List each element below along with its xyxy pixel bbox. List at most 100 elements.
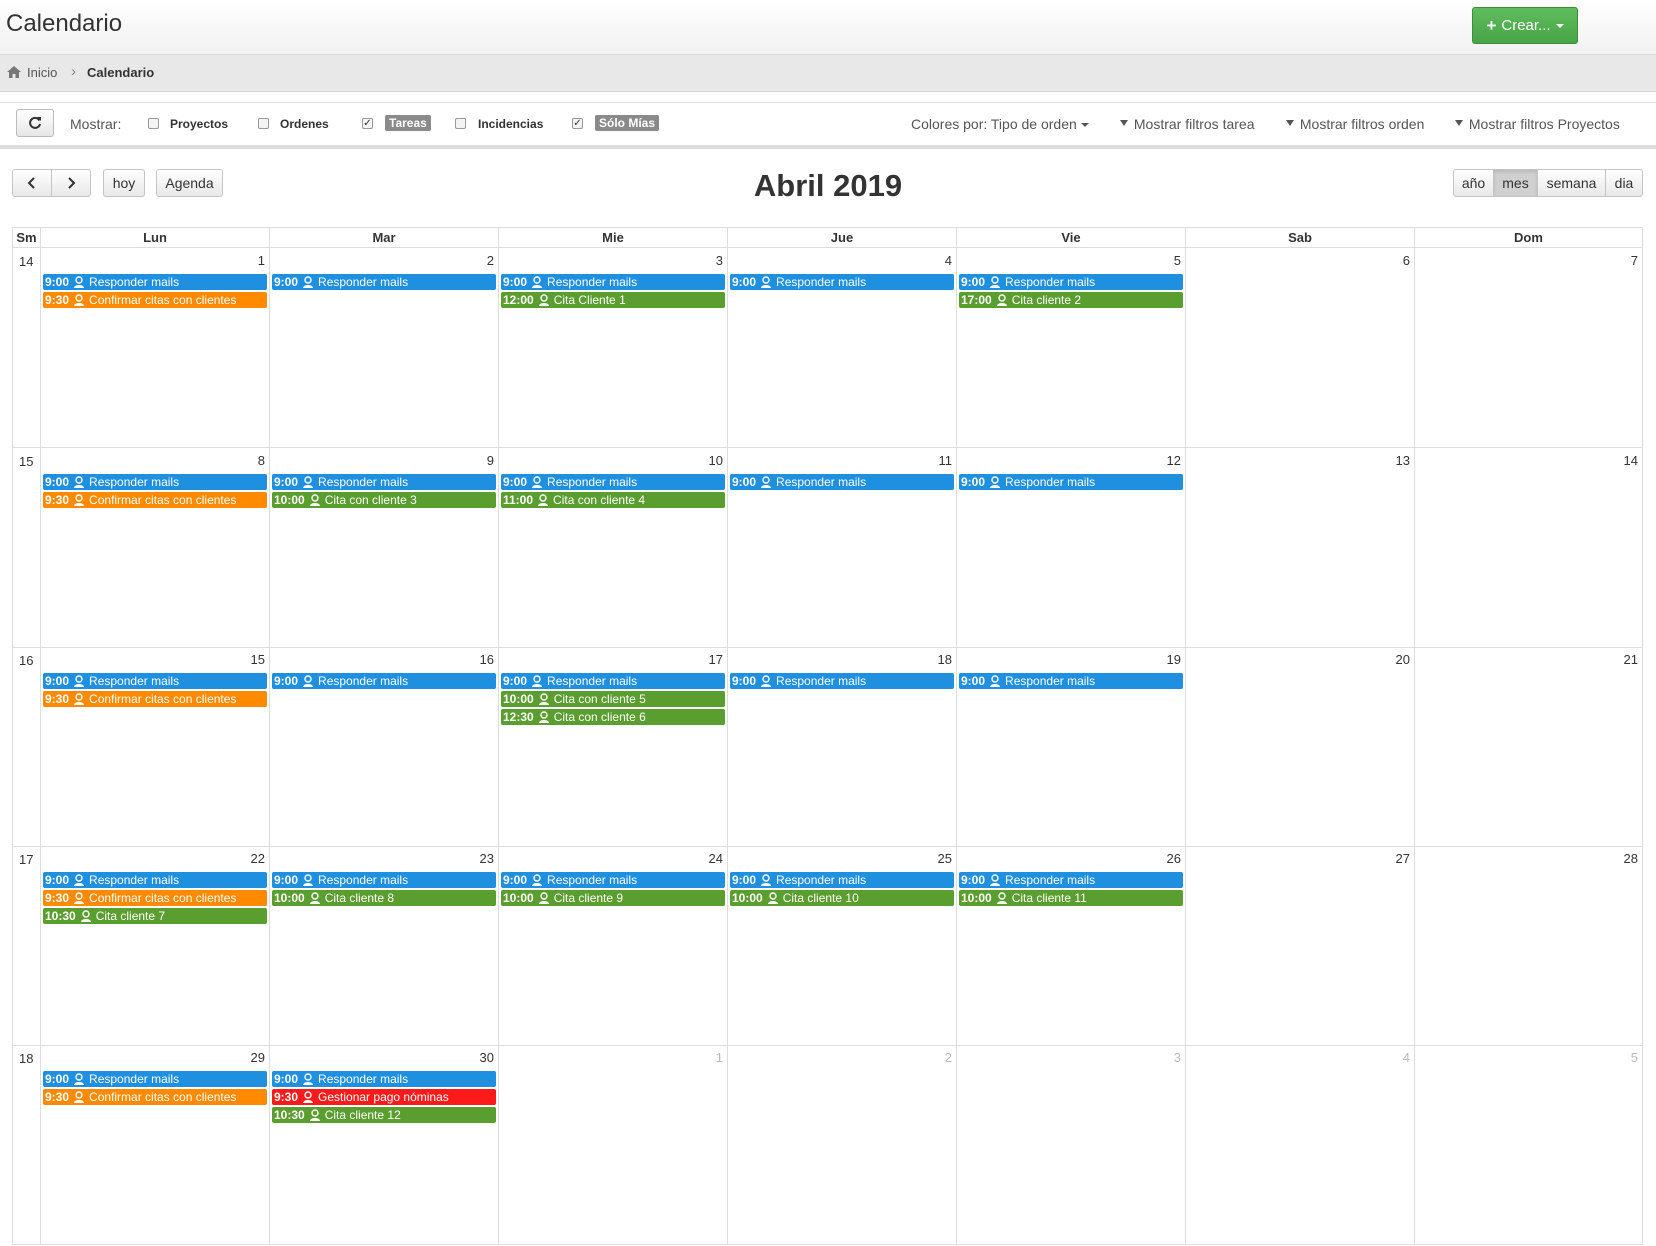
tareas-label[interactable]: Tareas	[385, 115, 431, 131]
calendar-event[interactable]: 9:30 Confirmar citas con clientes	[43, 691, 267, 707]
day-cell[interactable]: 3	[956, 1045, 1185, 1244]
breadcrumb-home-link[interactable]: Inicio	[27, 65, 57, 80]
day-cell[interactable]: 25 9:00 Responder mails 10:00 Cita cliente 1…	[727, 846, 956, 1045]
day-cell[interactable]: 2	[727, 1045, 956, 1244]
calendar-event[interactable]: 9:00 Responder mails	[501, 872, 725, 888]
calendar-event[interactable]: 10:00 Cita cliente 8	[272, 890, 496, 906]
day-cell[interactable]: 18 9:00 Responder mails	[727, 647, 956, 846]
day-cell[interactable]: 29 9:00 Responder mails 9:30 Confirmar citas…	[40, 1045, 269, 1244]
day-cell[interactable]: 19 9:00 Responder mails	[956, 647, 1185, 846]
create-button[interactable]: + Crear...	[1472, 7, 1578, 44]
show-project-filters-link[interactable]: Mostrar filtros Proyectos	[1455, 116, 1620, 132]
calendar-event[interactable]: 10:00 Cita cliente 11	[959, 890, 1183, 906]
calendar-event[interactable]: 10:00 Cita con cliente 5	[501, 691, 725, 707]
calendar-event[interactable]: 10:00 Cita con cliente 3	[272, 492, 496, 508]
view-year-button[interactable]: año	[1453, 169, 1494, 197]
calendar-event[interactable]: 11:00 Cita con cliente 4	[501, 492, 725, 508]
ordenes-label[interactable]: Ordenes	[280, 117, 329, 131]
day-cell[interactable]: 30 9:00 Responder mails 9:30 Gestionar pago …	[269, 1045, 498, 1244]
day-cell[interactable]: 4	[1185, 1045, 1414, 1244]
day-cell[interactable]: 9 9:00 Responder mails 10:00 Cita con client…	[269, 448, 498, 647]
day-cell[interactable]: 24 9:00 Responder mails 10:00 Cita cliente 9	[498, 846, 727, 1045]
day-cell[interactable]: 17 9:00 Responder mails 10:00 Cita con clien…	[498, 647, 727, 846]
calendar-event[interactable]: 9:00 Responder mails	[272, 872, 496, 888]
calendar-event[interactable]: 9:00 Responder mails	[501, 673, 725, 689]
calendar-event[interactable]: 9:00 Responder mails	[43, 1071, 267, 1087]
calendar-event[interactable]: 9:00 Responder mails	[730, 474, 954, 490]
solo-mias-checkbox[interactable]: ✓	[572, 118, 583, 129]
colors-by-dropdown[interactable]: Colores por: Tipo de orden	[911, 116, 1089, 132]
calendar-event[interactable]: 9:00 Responder mails	[272, 474, 496, 490]
day-cell[interactable]: 7	[1414, 248, 1643, 447]
day-cell[interactable]: 14	[1414, 448, 1643, 647]
calendar-event[interactable]: 9:30 Confirmar citas con clientes	[43, 890, 267, 906]
calendar-event[interactable]: 9:00 Responder mails	[272, 274, 496, 290]
event-time: 10:00	[961, 891, 992, 905]
calendar-event[interactable]: 9:00 Responder mails	[959, 274, 1183, 290]
incidencias-checkbox[interactable]	[455, 118, 466, 129]
calendar-event[interactable]: 9:00 Responder mails	[730, 274, 954, 290]
day-cell[interactable]: 27	[1185, 846, 1414, 1045]
event-time: 12:00	[503, 293, 534, 307]
day-cell[interactable]: 1	[498, 1045, 727, 1244]
calendar-event[interactable]: 9:00 Responder mails	[730, 673, 954, 689]
calendar-event[interactable]: 9:00 Responder mails	[501, 274, 725, 290]
day-cell[interactable]: 21	[1414, 647, 1643, 846]
calendar-event[interactable]: 12:30 Cita con cliente 6	[501, 709, 725, 725]
calendar-event[interactable]: 9:30 Confirmar citas con clientes	[43, 292, 267, 308]
calendar-event[interactable]: 9:00 Responder mails	[43, 474, 267, 490]
calendar-event[interactable]: 10:30 Cita cliente 7	[43, 908, 267, 924]
calendar-event[interactable]: 9:00 Responder mails	[43, 274, 267, 290]
day-cell[interactable]: 6	[1185, 248, 1414, 447]
day-cell[interactable]: 1 9:00 Responder mails 9:30 Confirmar citas …	[40, 248, 269, 447]
day-number: 27	[1395, 851, 1410, 866]
calendar-event[interactable]: 9:00 Responder mails	[501, 474, 725, 490]
calendar-event[interactable]: 9:00 Responder mails	[272, 1071, 496, 1087]
user-icon	[80, 910, 91, 922]
calendar-event[interactable]: 17:00 Cita cliente 2	[959, 292, 1183, 308]
calendar-event[interactable]: 9:00 Responder mails	[959, 474, 1183, 490]
day-cell[interactable]: 5 9:00 Responder mails 17:00 Cita cliente 2	[956, 248, 1185, 447]
day-cell[interactable]: 16 9:00 Responder mails	[269, 647, 498, 846]
day-cell[interactable]: 2 9:00 Responder mails	[269, 248, 498, 447]
show-order-filters-link[interactable]: Mostrar filtros orden	[1286, 116, 1424, 132]
proyectos-checkbox[interactable]	[148, 118, 159, 129]
calendar-event[interactable]: 9:00 Responder mails	[43, 872, 267, 888]
day-cell[interactable]: 26 9:00 Responder mails 10:00 Cita cliente 1…	[956, 846, 1185, 1045]
view-week-button[interactable]: semana	[1537, 169, 1606, 197]
proyectos-label[interactable]: Proyectos	[170, 117, 228, 131]
day-cell[interactable]: 22 9:00 Responder mails 9:30 Confirmar citas…	[40, 846, 269, 1045]
day-cell[interactable]: 10 9:00 Responder mails 11:00 Cita con clien…	[498, 448, 727, 647]
day-cell[interactable]: 23 9:00 Responder mails 10:00 Cita cliente 8	[269, 846, 498, 1045]
day-cell[interactable]: 4 9:00 Responder mails	[727, 248, 956, 447]
day-cell[interactable]: 28	[1414, 846, 1643, 1045]
day-cell[interactable]: 12 9:00 Responder mails	[956, 448, 1185, 647]
calendar-event[interactable]: 9:00 Responder mails	[730, 872, 954, 888]
calendar-event[interactable]: 10:00 Cita cliente 10	[730, 890, 954, 906]
calendar-event[interactable]: 9:30 Confirmar citas con clientes	[43, 492, 267, 508]
calendar-event[interactable]: 9:30 Confirmar citas con clientes	[43, 1089, 267, 1105]
day-cell[interactable]: 8 9:00 Responder mails 9:30 Confirmar citas …	[40, 448, 269, 647]
calendar-event[interactable]: 9:00 Responder mails	[959, 673, 1183, 689]
show-task-filters-link[interactable]: Mostrar filtros tarea	[1120, 116, 1254, 132]
tareas-checkbox[interactable]: ✓	[362, 118, 373, 129]
refresh-button[interactable]	[16, 109, 54, 137]
incidencias-label[interactable]: Incidencias	[478, 117, 543, 131]
view-day-button[interactable]: dia	[1605, 169, 1643, 197]
day-cell[interactable]: 5	[1414, 1045, 1643, 1244]
day-cell[interactable]: 15 9:00 Responder mails 9:30 Confirmar citas…	[40, 647, 269, 846]
day-cell[interactable]: 20	[1185, 647, 1414, 846]
calendar-event[interactable]: 10:00 Cita cliente 9	[501, 890, 725, 906]
calendar-event[interactable]: 10:30 Cita cliente 12	[272, 1107, 496, 1123]
day-cell[interactable]: 11 9:00 Responder mails	[727, 448, 956, 647]
day-cell[interactable]: 13	[1185, 448, 1414, 647]
calendar-event[interactable]: 9:00 Responder mails	[43, 673, 267, 689]
calendar-event[interactable]: 9:00 Responder mails	[272, 673, 496, 689]
calendar-event[interactable]: 9:00 Responder mails	[959, 872, 1183, 888]
calendar-event[interactable]: 12:00 Cita Cliente 1	[501, 292, 725, 308]
solo-mias-label[interactable]: Sólo Mías	[595, 115, 660, 131]
view-month-button[interactable]: mes	[1493, 169, 1538, 197]
ordenes-checkbox[interactable]	[258, 118, 269, 129]
day-cell[interactable]: 3 9:00 Responder mails 12:00 Cita Cliente 1	[498, 248, 727, 447]
calendar-event[interactable]: 9:30 Gestionar pago nóminas	[272, 1089, 496, 1105]
